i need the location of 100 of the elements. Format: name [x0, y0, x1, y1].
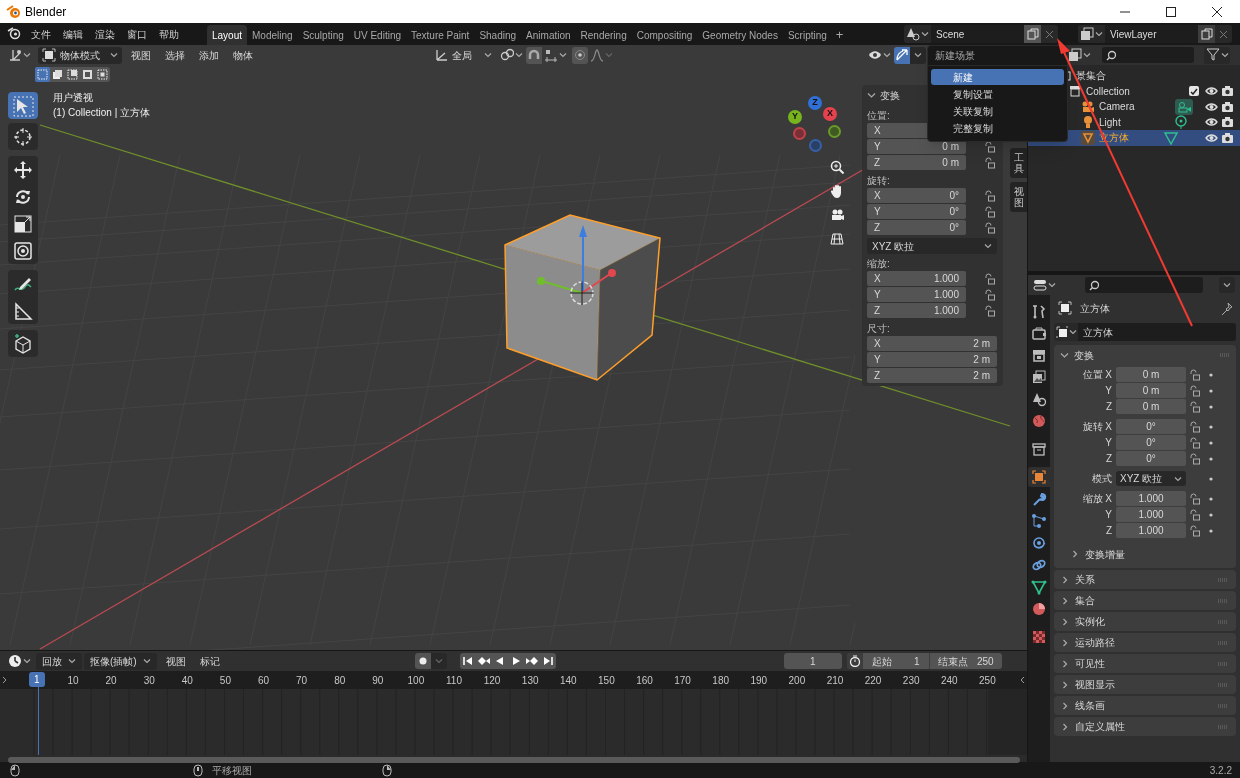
sidebar-tab[interactable]: 视图	[1010, 182, 1027, 212]
frame-number: 10	[67, 674, 79, 688]
field-label: Y	[1104, 436, 1113, 450]
transform-orientation-dropdown[interactable]: 全局	[432, 46, 494, 64]
workspace-tab[interactable]: Modeling	[247, 25, 298, 45]
frame-number: 80	[334, 674, 346, 688]
workspace-tab[interactable]: UV Editing	[348, 25, 406, 45]
dropdown-menu[interactable]: 抠像(插帧)	[84, 652, 157, 670]
panel-header[interactable]: 变换	[867, 87, 900, 103]
collapsed-panel[interactable]: 运动路径	[1054, 633, 1236, 652]
number-field[interactable]: X 1.000	[867, 271, 966, 286]
sidebar-tab[interactable]: 工具	[1010, 148, 1027, 178]
collapsed-panel[interactable]: 集合	[1054, 591, 1236, 610]
number-field[interactable]: X 0°	[867, 188, 966, 203]
menu-item[interactable]: 标记	[194, 652, 225, 670]
dropdown-menu[interactable]: 回放	[36, 652, 82, 670]
frame-number: 220	[864, 674, 882, 688]
scene-name-field[interactable]: Scene	[931, 25, 1024, 43]
frame-number: 230	[902, 674, 920, 688]
end-frame-field[interactable]: 结束点 250	[928, 653, 1002, 669]
workspace-tab[interactable]: Compositing	[631, 25, 698, 45]
object-name-field[interactable]: 立方体	[1078, 323, 1236, 341]
number-field[interactable]: Y 1.000	[867, 287, 966, 302]
workspace-tab[interactable]: Texture Paint	[406, 25, 475, 45]
menu-item[interactable]: 渲染	[91, 24, 119, 44]
frame-number: 150	[598, 674, 615, 688]
workspace-tab[interactable]: Scripting	[782, 25, 832, 45]
menu-item[interactable]: 视图	[160, 652, 191, 670]
frame-number: 70	[296, 674, 308, 688]
number-field[interactable]: X 2 m	[867, 336, 997, 351]
menu-item[interactable]: 物体	[228, 46, 258, 64]
view-name-label: 用户透视	[53, 91, 94, 105]
menu-item[interactable]: 添加	[194, 46, 224, 64]
mode-dropdown[interactable]: 物体模式	[38, 46, 122, 64]
workspace-tab[interactable]: Geometry Nodes	[697, 25, 783, 45]
frame-number: 60	[257, 674, 270, 688]
menu-item[interactable]: 编辑	[59, 24, 87, 44]
number-field[interactable]: 1.000	[1116, 507, 1186, 522]
number-field[interactable]: 0°	[1116, 419, 1186, 434]
number-field[interactable]: 0 m	[1116, 383, 1186, 398]
menu-item[interactable]: 帮助	[155, 24, 183, 44]
number-field[interactable]: 0 m	[1116, 367, 1186, 382]
number-field[interactable]: Y 0 m	[867, 139, 966, 154]
current-frame-marker[interactable]: 1	[29, 672, 45, 687]
panel-header[interactable]: 变换	[1060, 347, 1094, 363]
frame-number: 140	[559, 674, 577, 688]
frame-number: 40	[181, 674, 193, 688]
frame-number: 110	[446, 674, 462, 688]
window-title: Blender	[25, 3, 67, 21]
add-workspace-button[interactable]: +	[831, 25, 848, 45]
current-frame-field[interactable]: 1	[783, 653, 842, 669]
collapsed-panel[interactable]: 可见性	[1054, 654, 1236, 673]
workspace-tab[interactable]: Animation	[521, 25, 576, 45]
collapsed-panel[interactable]: 关系	[1054, 570, 1236, 589]
frame-number: 130	[521, 674, 539, 688]
collapsed-panel[interactable]: 视图显示	[1054, 675, 1236, 694]
workspace-tab[interactable]: Layout	[207, 25, 248, 45]
frame-number: 50	[219, 674, 231, 688]
number-field[interactable]: Z 2 m	[867, 368, 997, 383]
subpanel-header[interactable]: 变换增量	[1072, 546, 1125, 562]
section-label: 尺寸:	[867, 322, 890, 336]
rotation-mode-dropdown[interactable]: XYZ 欧拉	[1116, 471, 1186, 486]
menu-item[interactable]: 选择	[160, 46, 190, 64]
section-label: 缩放:	[867, 257, 890, 271]
workspace-tab[interactable]: Shading	[474, 25, 522, 45]
section-label: 位置:	[867, 109, 890, 123]
number-field[interactable]: Y 2 m	[867, 352, 997, 367]
number-field[interactable]: 1.000	[1116, 523, 1186, 538]
field-label: 旋转 X	[1081, 420, 1113, 434]
number-field[interactable]: Z 1.000	[867, 303, 966, 318]
workspace-tab[interactable]: Rendering	[575, 25, 632, 45]
menu-item[interactable]: 窗口	[123, 24, 151, 44]
start-frame-field[interactable]: 起始 1	[862, 653, 929, 669]
number-field[interactable]: 1.000	[1116, 491, 1186, 506]
number-field[interactable]: 0°	[1116, 451, 1186, 466]
frame-number: 120	[483, 674, 501, 688]
field-label: 缩放 X	[1081, 492, 1113, 506]
field-label: Z	[1104, 524, 1113, 538]
workspace-tab[interactable]: Sculpting	[297, 25, 349, 45]
collapsed-panel[interactable]: 线条画	[1054, 696, 1236, 715]
rotation-mode-dropdown[interactable]: XYZ 欧拉	[867, 238, 997, 254]
number-field[interactable]: 0°	[1116, 435, 1186, 450]
menu-item[interactable]: 文件	[27, 24, 55, 44]
frame-number: 210	[826, 674, 844, 688]
frame-number: 240	[940, 674, 958, 688]
number-field[interactable]: Z 0°	[867, 220, 966, 235]
menu-item[interactable]: 视图	[126, 46, 156, 64]
collapsed-panel[interactable]: 实例化	[1054, 612, 1236, 631]
frame-number: 100	[407, 674, 425, 688]
frame-number: 90	[372, 674, 384, 688]
number-field[interactable]: Z 0 m	[867, 155, 966, 170]
collapsed-panel[interactable]: 自定义属性	[1054, 717, 1236, 736]
number-field[interactable]: 0 m	[1116, 399, 1186, 414]
field-label: Z	[1104, 400, 1113, 414]
object-name-label: 立方体	[1080, 301, 1110, 316]
menu-item[interactable]: 新建	[931, 69, 1064, 85]
version-label: 3.2.2	[1209, 763, 1232, 778]
number-field[interactable]: Y 0°	[867, 204, 966, 219]
field-label: 模式	[1091, 472, 1113, 486]
view-layer-name-field[interactable]: ViewLayer	[1105, 25, 1198, 43]
